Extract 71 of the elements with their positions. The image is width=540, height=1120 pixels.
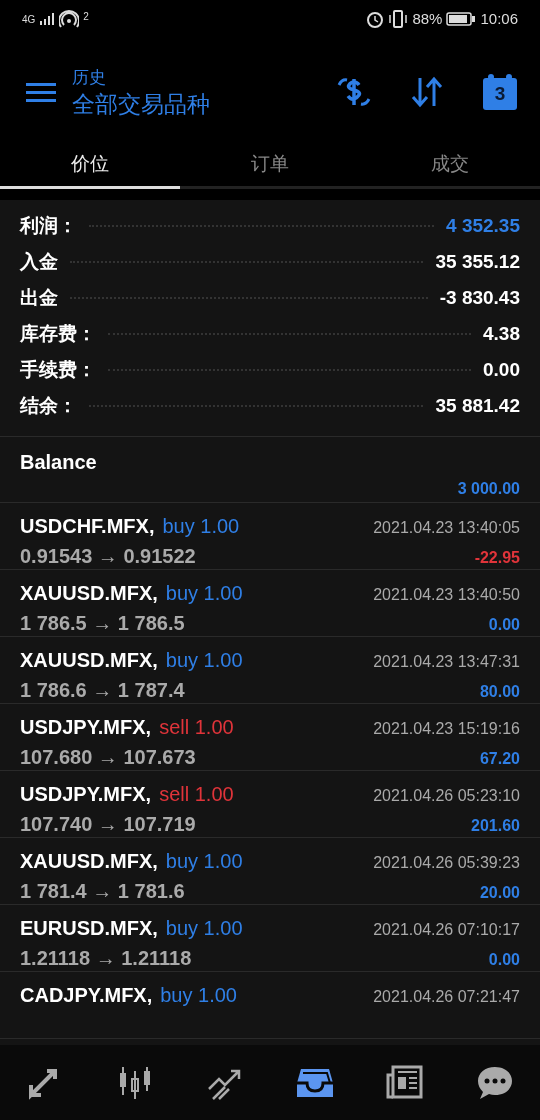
deal-prices: 1 786.5 → 1 786.5 <box>20 611 185 636</box>
summary-value: 35 881.42 <box>435 393 520 418</box>
summary-label: 利润： <box>20 213 77 238</box>
summary-label: 入金 <box>20 249 58 274</box>
screen-subtitle: 历史 <box>72 67 107 90</box>
deal-profit: 0.00 <box>488 615 520 635</box>
deal-symbol: XAUUSD.MFX, <box>20 849 158 874</box>
deal-volume: buy 1.00 <box>165 916 243 941</box>
deal-prices: 1 786.6 → 1 787.4 <box>20 678 185 703</box>
deal-symbol: XAUUSD.MFX, <box>20 581 158 606</box>
summary-value: 35 355.12 <box>435 249 520 274</box>
summary-value: 4 352.35 <box>446 213 520 238</box>
summary-value: 0.00 <box>483 357 520 382</box>
deal-time: 2021.04.26 05:23:10 <box>373 786 520 806</box>
summary-label: 手续费： <box>20 357 96 382</box>
currency-exchange-icon[interactable] <box>336 75 372 109</box>
deal-prices: 1.21118 → 1.21118 <box>20 946 192 971</box>
tab[interactable]: 订单 <box>180 146 360 183</box>
deal-symbol: USDJPY.MFX, <box>20 782 152 807</box>
deal-symbol: USDCHF.MFX, <box>20 514 155 539</box>
summary-label: 库存费： <box>20 321 96 346</box>
calendar-day: 3 <box>482 84 518 103</box>
battery-icon <box>446 11 477 27</box>
sort-arrows-icon[interactable] <box>410 76 444 108</box>
deal-volume: buy 1.00 <box>165 581 243 606</box>
balance-label: Balance <box>20 450 98 475</box>
deal-prices: 0.91543 → 0.91522 <box>20 544 196 569</box>
deal-volume: buy 1.00 <box>165 648 243 673</box>
signal-icon <box>39 13 56 25</box>
deal-profit: 80.00 <box>479 682 520 702</box>
deal-profit: 201.60 <box>471 816 520 836</box>
deal-volume: buy 1.00 <box>165 849 243 874</box>
deal-symbol: USDJPY.MFX, <box>20 715 152 740</box>
deal-prices: 107.680 → 107.673 <box>20 745 196 770</box>
summary-label: 结余： <box>20 393 77 418</box>
network-label: 4G <box>22 12 36 27</box>
tab[interactable]: 价位 <box>0 146 180 183</box>
screen-title: 全部交易品种 <box>72 90 210 119</box>
deal-profit: 20.00 <box>479 883 520 903</box>
deal-profit: -22.95 <box>474 548 520 568</box>
deal-time: 2021.04.26 07:21:47 <box>373 987 520 1007</box>
deal-profit: 0.00 <box>488 950 520 970</box>
tab[interactable]: 成交 <box>360 146 540 183</box>
summary-value: -3 830.43 <box>439 285 520 310</box>
deal-prices: 107.740 → 107.719 <box>20 812 196 837</box>
battery-percent: 88% <box>412 8 443 29</box>
deal-symbol: XAUUSD.MFX, <box>20 648 158 673</box>
summary-value: 4.38 <box>483 321 520 346</box>
deal-time: 2021.04.26 07:10:17 <box>373 920 520 940</box>
balance-amount: 3 000.00 <box>457 479 520 499</box>
hotspot-icon <box>59 9 80 29</box>
deal-symbol: EURUSD.MFX, <box>20 916 158 941</box>
deal-profit: 67.20 <box>479 749 520 769</box>
deal-time: 2021.04.23 13:40:05 <box>373 518 520 538</box>
deal-time: 2021.04.23 13:47:31 <box>373 652 520 672</box>
deal-volume: sell 1.00 <box>159 715 234 740</box>
deal-time: 2021.04.23 15:19:16 <box>373 719 520 739</box>
summary-label: 出金 <box>20 285 58 310</box>
deal-volume: buy 1.00 <box>160 983 237 1008</box>
deal-volume: sell 1.00 <box>159 782 234 807</box>
clock: 10:06 <box>480 8 518 29</box>
deal-time: 2021.04.23 13:40:50 <box>373 585 520 605</box>
deal-symbol: CADJPY.MFX, <box>20 983 153 1008</box>
alarm-icon <box>366 10 385 28</box>
deal-prices: 1 781.4 → 1 781.6 <box>20 879 185 904</box>
deal-volume: buy 1.00 <box>162 514 240 539</box>
deal-time: 2021.04.26 05:39:23 <box>373 853 520 873</box>
sim-label: 2 <box>83 10 89 24</box>
menu-icon[interactable] <box>26 80 56 104</box>
calendar-icon[interactable] <box>482 73 518 111</box>
vibrate-icon <box>388 10 409 28</box>
